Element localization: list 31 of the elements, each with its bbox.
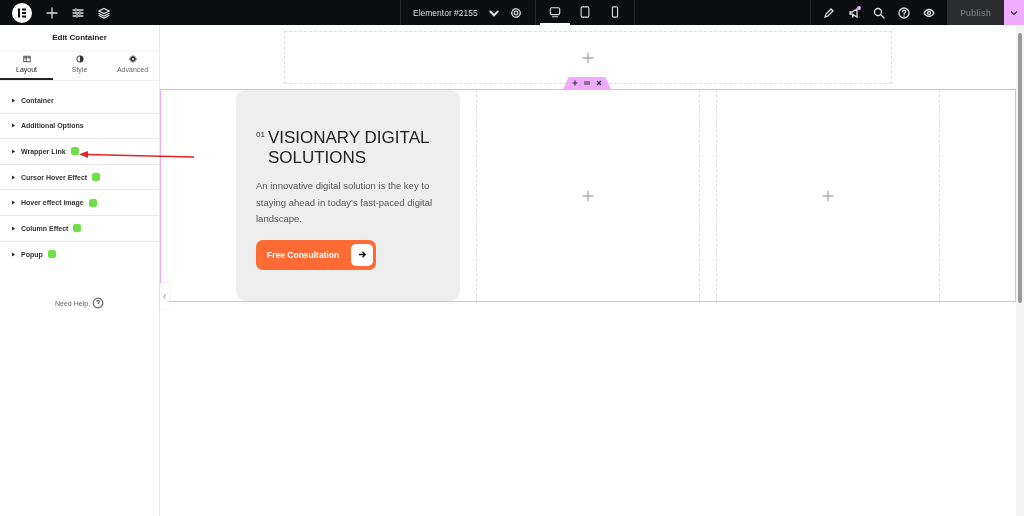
caret-icon[interactable] <box>12 200 16 206</box>
caret-icon[interactable] <box>12 225 16 231</box>
close-icon[interactable] <box>596 80 602 86</box>
caret-icon[interactable] <box>12 251 16 257</box>
tablet-view-icon[interactable] <box>578 5 591 18</box>
caret-icon[interactable] <box>12 123 16 129</box>
caret-icon[interactable] <box>12 97 16 103</box>
chevron-left-icon[interactable] <box>163 293 166 299</box>
desktop-view-icon[interactable] <box>548 5 561 18</box>
caret-icon[interactable] <box>12 174 16 180</box>
advanced-icon[interactable] <box>128 55 137 63</box>
logo-icon[interactable] <box>12 2 32 23</box>
style-icon[interactable] <box>75 55 84 63</box>
panel-title: Edit Container <box>0 25 159 50</box>
search-icon[interactable] <box>873 6 885 19</box>
layout-icon[interactable] <box>22 55 31 63</box>
caret-icon[interactable] <box>12 149 16 154</box>
settings-icon[interactable] <box>509 6 522 19</box>
eye-icon[interactable] <box>923 6 935 19</box>
layers-icon[interactable] <box>98 6 110 19</box>
arrow-right-icon[interactable] <box>357 250 367 259</box>
container-handle[interactable] <box>563 77 611 89</box>
pen-icon[interactable] <box>823 6 835 19</box>
document-title[interactable]: Elementor #2155 <box>413 7 478 18</box>
sliders-icon[interactable] <box>72 6 84 19</box>
card-number: 01 <box>256 129 265 141</box>
card-heading: VISIONARY DIGITAL SOLUTIONS <box>267 128 430 168</box>
card-description: An innovative digital solution is the key to staying ahead in today's fast-paced digital landscape. <box>256 179 434 226</box>
more-options-button[interactable] <box>1004 0 1024 25</box>
megaphone-icon[interactable] <box>848 6 860 19</box>
scrollbar[interactable] <box>1016 25 1024 516</box>
